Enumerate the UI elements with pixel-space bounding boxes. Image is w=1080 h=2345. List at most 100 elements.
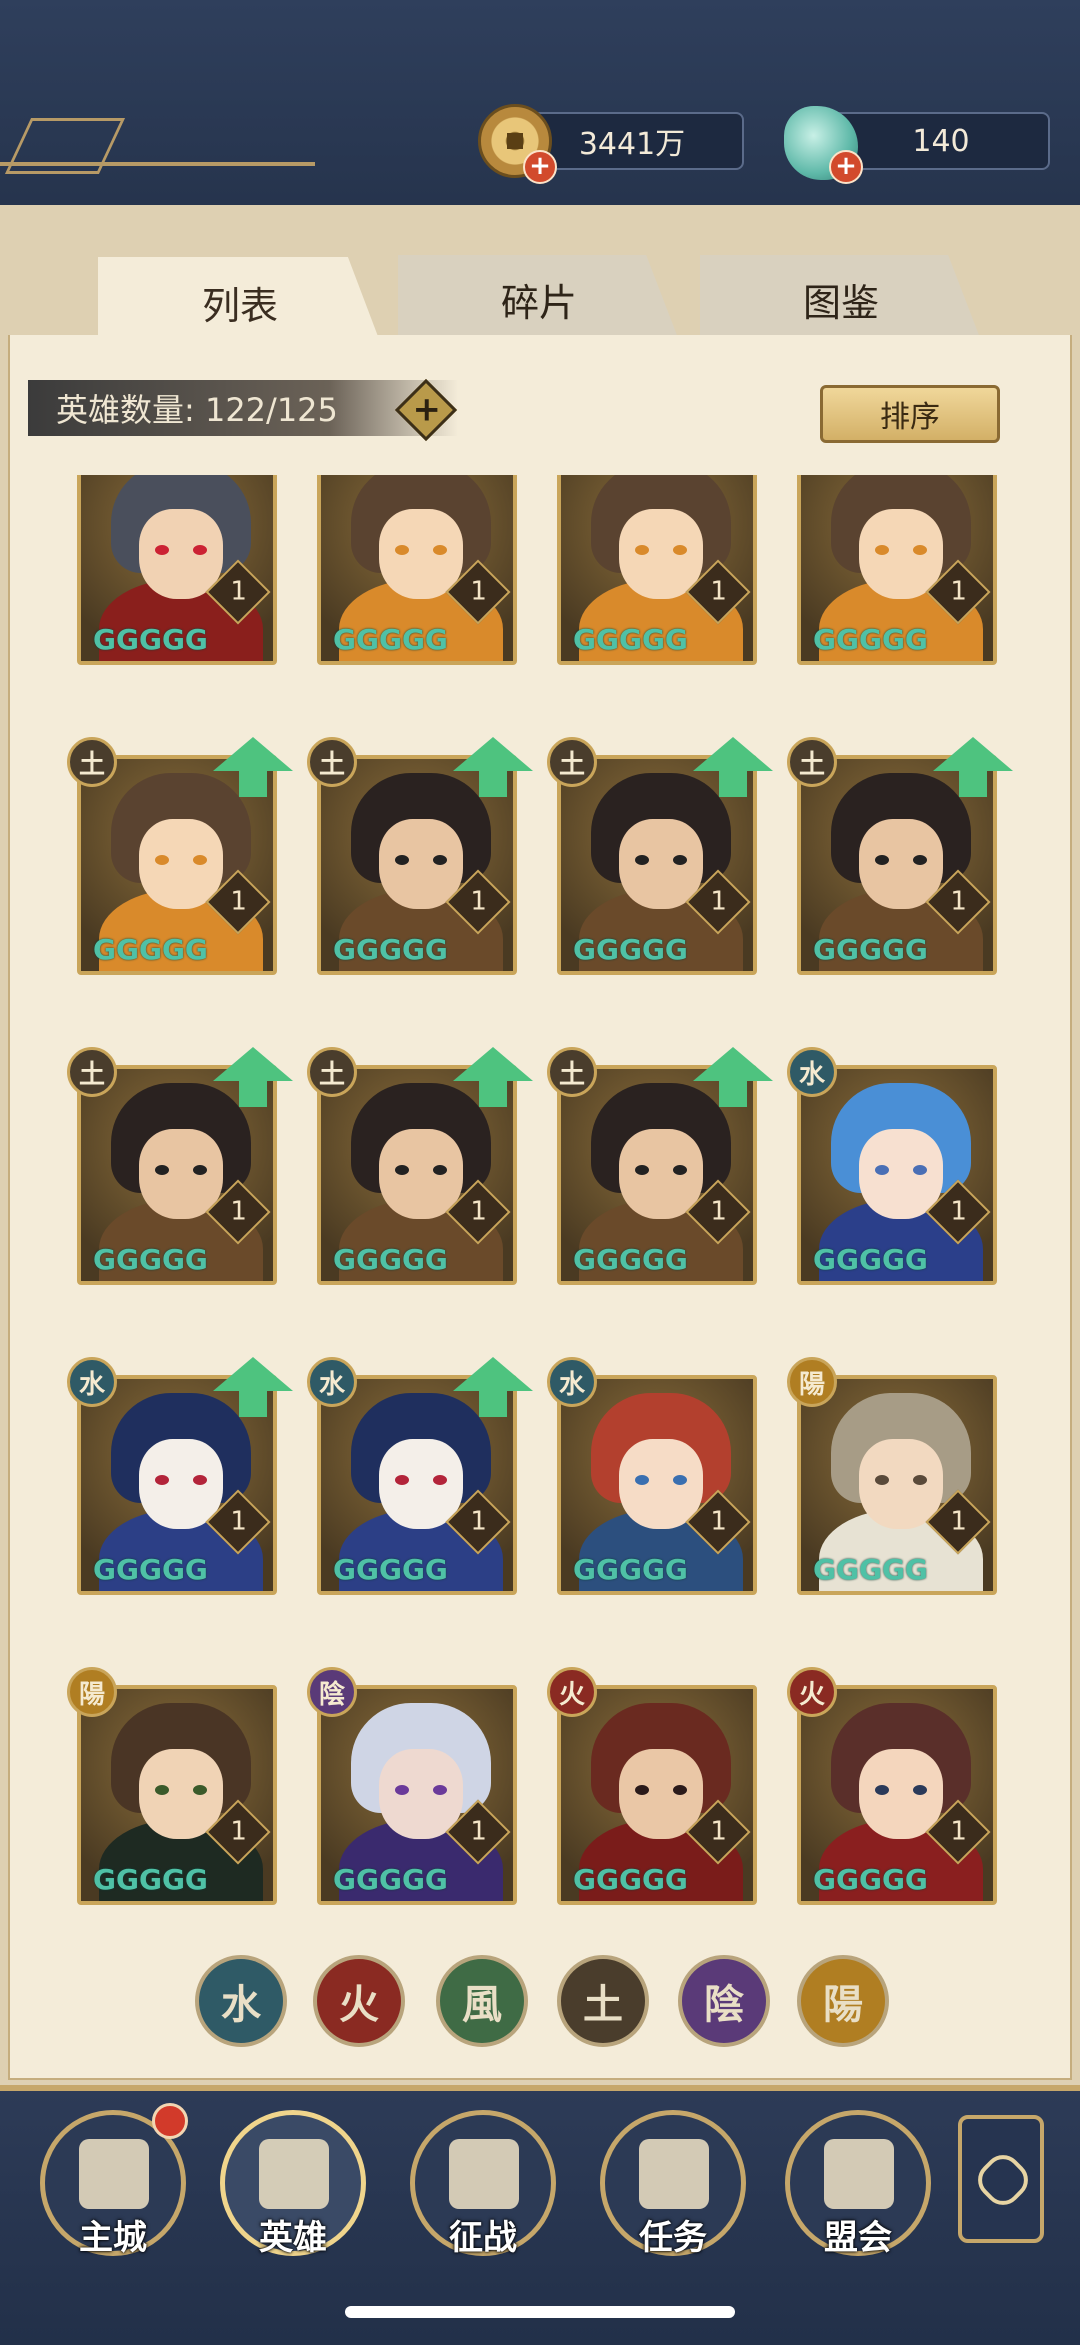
star-icons: GGGGG <box>573 1243 688 1276</box>
hero-level: 1 <box>950 1506 967 1537</box>
hero-stars: GGGGG <box>573 935 688 965</box>
star-icons: GGGGG <box>93 1863 208 1896</box>
upgrade-arrow-icon <box>213 737 293 797</box>
element-badge: 土 <box>547 1047 597 1097</box>
filter-yin-button[interactable]: 陰 <box>678 1955 770 2047</box>
hero-stars: GGGGG <box>333 1245 448 1275</box>
star-icons: GGGGG <box>333 933 448 966</box>
nav-guild-icon <box>824 2139 894 2209</box>
hero-frame: 1 GGGGG <box>557 475 757 665</box>
filter-yang-button[interactable]: 陽 <box>797 1955 889 2047</box>
hero-stars: GGGGG <box>813 625 928 655</box>
upgrade-arrow-icon <box>213 1047 293 1107</box>
hero-card[interactable]: 1 GGGGG 陰 <box>307 1667 517 1905</box>
nav-heroes-icon <box>259 2139 329 2209</box>
filter-glyph: 陰 <box>704 1982 744 2028</box>
sort-button[interactable]: 排序 <box>820 385 1000 443</box>
hero-card[interactable]: 1 GGGGG <box>317 475 517 665</box>
hero-level: 1 <box>230 1816 247 1847</box>
nav-campaign-icon <box>449 2139 519 2209</box>
hero-card[interactable]: 1 GGGGG <box>797 475 997 665</box>
filter-earth-button[interactable]: 土 <box>557 1955 649 2047</box>
hero-card[interactable]: 1 GGGGG 土 <box>547 737 773 975</box>
hero-card[interactable]: 1 GGGGG 土 <box>547 1047 773 1285</box>
hero-card[interactable]: 1 GGGGG 火 <box>547 1667 757 1905</box>
nav-guild-label: 盟会 <box>824 2218 892 2258</box>
hero-card[interactable]: 1 GGGGG 火 <box>787 1667 997 1905</box>
tab-fragments[interactable]: 碎片 <box>398 255 680 343</box>
hero-stars: GGGGG <box>573 1555 688 1585</box>
hero-level: 1 <box>950 1196 967 1227</box>
star-icons: GGGGG <box>573 1863 688 1896</box>
hero-frame: 1 GGGGG <box>557 1375 757 1595</box>
star-icons: GGGGG <box>333 1243 448 1276</box>
hero-card[interactable]: 1 GGGGG <box>77 475 277 665</box>
hero-stars: GGGGG <box>93 1245 208 1275</box>
more-menu-button[interactable] <box>958 2115 1044 2243</box>
hero-frame: 1 GGGGG <box>797 1375 997 1595</box>
hero-level: 1 <box>710 1196 727 1227</box>
hero-card[interactable]: 1 GGGGG 土 <box>307 1047 533 1285</box>
hero-stars: GGGGG <box>93 1555 208 1585</box>
add-coin-button[interactable]: + <box>523 150 557 184</box>
hero-frame: 1 GGGGG <box>797 475 997 665</box>
hero-level: 1 <box>230 1196 247 1227</box>
hero-level: 1 <box>710 576 727 607</box>
upgrade-arrow-icon <box>693 1047 773 1107</box>
hero-card[interactable]: 1 GGGGG 土 <box>787 737 1013 975</box>
filter-fire-button[interactable]: 火 <box>313 1955 405 2047</box>
hero-card[interactable]: 1 GGGGG 陽 <box>67 1667 277 1905</box>
flower-icon <box>970 2147 1036 2213</box>
star-icons: GGGGG <box>93 1553 208 1586</box>
hero-frame: 1 GGGGG <box>77 1685 277 1905</box>
hero-level: 1 <box>470 886 487 917</box>
upgrade-arrow-icon <box>693 737 773 797</box>
hero-card[interactable]: 1 GGGGG 水 <box>67 1357 293 1595</box>
hero-card[interactable]: 1 GGGGG 水 <box>787 1047 997 1285</box>
tab-gallery[interactable]: 图鉴 <box>700 255 982 343</box>
element-badge: 土 <box>787 737 837 787</box>
hero-level: 1 <box>710 1506 727 1537</box>
hero-stars: GGGGG <box>573 625 688 655</box>
star-icons: GGGGG <box>573 1553 688 1586</box>
tab-list[interactable]: 列表 <box>98 257 382 347</box>
hero-card[interactable]: 1 GGGGG 土 <box>307 737 533 975</box>
element-badge: 陽 <box>67 1667 117 1717</box>
hero-card[interactable]: 1 GGGGG 土 <box>67 1047 293 1285</box>
hero-stars: GGGGG <box>813 1865 928 1895</box>
filter-wind-button[interactable]: 風 <box>436 1955 528 2047</box>
element-badge: 土 <box>67 1047 117 1097</box>
hero-card[interactable]: 1 GGGGG <box>557 475 757 665</box>
hero-level: 1 <box>950 576 967 607</box>
nav-main-city-icon <box>79 2139 149 2209</box>
hero-grid: 1 GGGGG 1 GGGGG 1 GGGGG 1 GGGGG 1 GGGGG 土 1 GGGGG 土 1 G… <box>60 475 1020 1915</box>
nav-heroes-label: 英雄 <box>259 2218 327 2258</box>
hero-card[interactable]: 1 GGGGG 陽 <box>787 1357 997 1595</box>
top-bar: 3441万 + 140 + <box>0 0 1080 205</box>
hero-level: 1 <box>470 1196 487 1227</box>
star-icons: GGGGG <box>813 1863 928 1896</box>
hero-stars: GGGGG <box>573 1245 688 1275</box>
star-icons: GGGGG <box>333 1553 448 1586</box>
hero-level: 1 <box>470 1506 487 1537</box>
add-jade-button[interactable]: + <box>829 150 863 184</box>
hero-stars: GGGGG <box>93 625 208 655</box>
hero-stars: GGGGG <box>333 625 448 655</box>
hero-frame: 1 GGGGG <box>557 1685 757 1905</box>
star-icons: GGGGG <box>813 1243 928 1276</box>
jade-value: 140 <box>912 123 970 159</box>
jade-counter: 140 <box>832 112 1050 170</box>
hero-card[interactable]: 1 GGGGG 土 <box>67 737 293 975</box>
notification-dot <box>152 2103 188 2139</box>
hero-stars: GGGGG <box>333 935 448 965</box>
hero-card[interactable]: 1 GGGGG 水 <box>307 1357 533 1595</box>
filter-glyph: 風 <box>462 1982 502 2028</box>
hero-stars: GGGGG <box>813 1245 928 1275</box>
filter-water-button[interactable]: 水 <box>195 1955 287 2047</box>
hero-card[interactable]: 1 GGGGG 水 <box>547 1357 757 1595</box>
hero-level: 1 <box>230 1506 247 1537</box>
star-icons: GGGGG <box>93 1243 208 1276</box>
divider <box>0 162 315 166</box>
filter-glyph: 土 <box>583 1982 623 2028</box>
hero-stars: GGGGG <box>813 1555 928 1585</box>
